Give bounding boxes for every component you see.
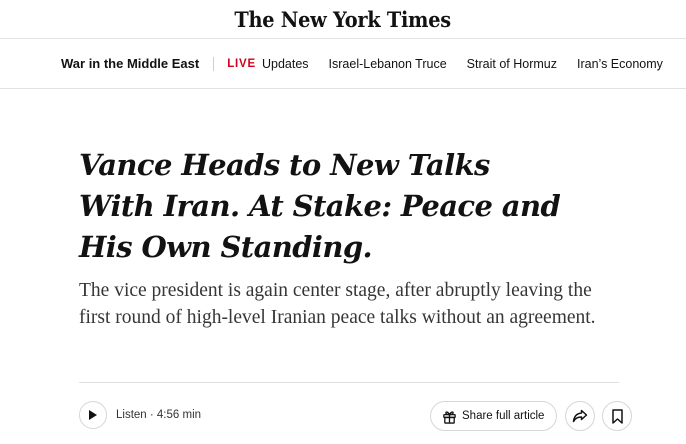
- play-button[interactable]: [79, 401, 107, 429]
- share-button[interactable]: [565, 401, 596, 431]
- article-headline: Vance Heads to New Talks With Iran. At S…: [79, 148, 561, 264]
- nav-link-israel-lebanon-truce[interactable]: Israel-Lebanon Truce: [329, 57, 447, 71]
- nav-link-strait-of-hormuz[interactable]: Strait of Hormuz: [467, 57, 557, 71]
- divider-rule: [79, 382, 619, 383]
- masthead: The New York Times: [0, 0, 686, 39]
- nyt-logo[interactable]: The New York Times: [235, 7, 452, 32]
- bookmark-icon: [612, 408, 623, 424]
- article-page: The New York Times War in the Middle Eas…: [0, 0, 686, 444]
- play-icon: [89, 410, 97, 420]
- article-actions: Share full article: [430, 401, 639, 431]
- article-summary: The vice president is again center stage…: [79, 280, 596, 328]
- share-full-article-button[interactable]: Share full article: [430, 401, 558, 431]
- nav-divider: [213, 56, 215, 71]
- nav-link-irans-economy[interactable]: Iran’s Economy: [577, 57, 663, 71]
- share-arrow-icon: [573, 409, 588, 423]
- gift-icon: [443, 410, 456, 424]
- nav-link-updates[interactable]: Updates: [262, 57, 309, 71]
- live-badge[interactable]: LIVE: [227, 58, 256, 70]
- listen-control[interactable]: Listen · 4:56 min: [79, 401, 201, 429]
- nav-section-title[interactable]: War in the Middle East: [61, 56, 199, 71]
- share-label: Share full article: [462, 410, 545, 422]
- listen-label[interactable]: Listen · 4:56 min: [116, 409, 201, 421]
- section-nav: War in the Middle East LIVE Updates Isra…: [0, 39, 686, 89]
- save-button[interactable]: [602, 401, 633, 431]
